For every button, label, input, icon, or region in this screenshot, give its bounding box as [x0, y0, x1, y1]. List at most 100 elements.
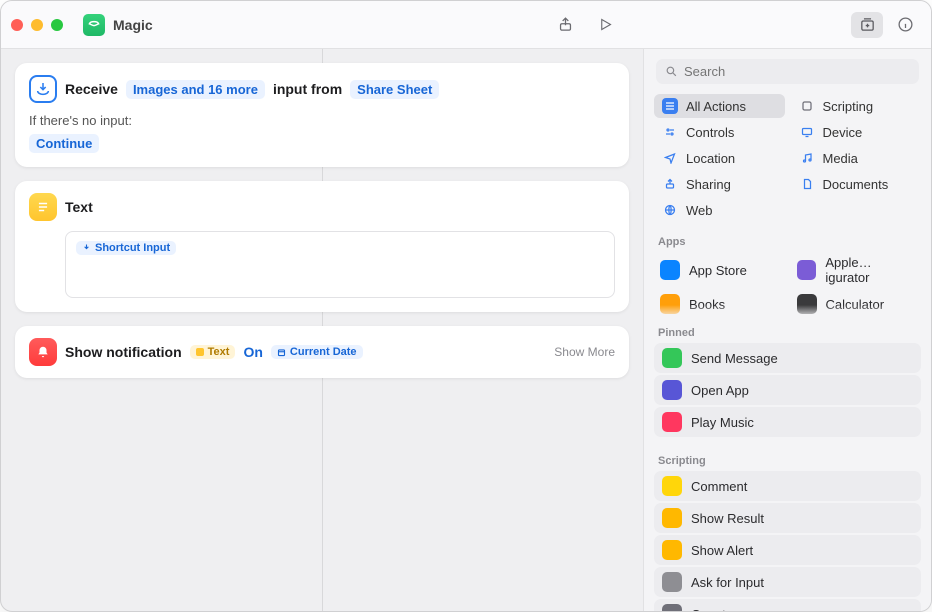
item-label: Ask for Input	[691, 575, 764, 590]
location-icon	[662, 150, 678, 166]
documents-icon	[799, 176, 815, 192]
category-sharing[interactable]: Sharing	[654, 172, 785, 196]
sharing-icon	[662, 176, 678, 192]
action-show-notification[interactable]: Show notification Text On Current Date S…	[15, 326, 629, 378]
category-scripting[interactable]: Scripting	[791, 94, 922, 118]
text-value-token[interactable]: Shortcut Input	[76, 241, 176, 255]
category-location[interactable]: Location	[654, 146, 785, 170]
search-input[interactable]	[684, 64, 910, 79]
app-item[interactable]: Apple…igurator	[791, 252, 922, 288]
media-icon	[799, 150, 815, 166]
shortcut-title: Magic	[113, 17, 153, 33]
receive-mid: input from	[273, 81, 342, 97]
app-icon	[662, 380, 682, 400]
category-label: Web	[686, 203, 713, 218]
notification-label: Show notification	[65, 344, 182, 360]
app-icon	[662, 540, 682, 560]
library-toggle-button[interactable]	[851, 12, 883, 38]
pinned-item[interactable]: Send Message	[654, 343, 921, 373]
info-button[interactable]	[889, 12, 921, 38]
web-icon	[662, 202, 678, 218]
category-label: Media	[823, 151, 858, 166]
app-item[interactable]: App Store	[654, 252, 785, 288]
notify-date-token[interactable]: Current Date	[271, 345, 363, 359]
category-label: Scripting	[823, 99, 874, 114]
no-input-action-token[interactable]: Continue	[29, 134, 99, 153]
apps-header: Apps	[644, 228, 931, 252]
category-label: Controls	[686, 125, 734, 140]
scripting-icon	[799, 98, 815, 114]
app-icon	[660, 260, 680, 280]
item-label: Show Alert	[691, 543, 753, 558]
text-label: Text	[65, 199, 93, 215]
editor-canvas[interactable]: Receive Images and 16 more input from Sh…	[1, 49, 643, 611]
category-all[interactable]: All Actions	[654, 94, 785, 118]
item-label: Show Result	[691, 511, 764, 526]
category-media[interactable]: Media	[791, 146, 922, 170]
item-label: Play Music	[691, 415, 754, 430]
item-label: Send Message	[691, 351, 778, 366]
receive-types-token[interactable]: Images and 16 more	[126, 80, 265, 99]
notification-icon	[29, 338, 57, 366]
category-web[interactable]: Web	[654, 198, 785, 222]
minimize-window-button[interactable]	[31, 19, 43, 31]
app-icon	[662, 508, 682, 528]
item-label: App Store	[689, 263, 747, 278]
scripting-item[interactable]: Ask for Input	[654, 567, 921, 597]
category-grid: All Actions Scripting Controls Device Locati…	[644, 94, 931, 228]
text-input-field[interactable]: Shortcut Input	[65, 231, 615, 298]
window-controls	[11, 19, 63, 31]
category-label: All Actions	[686, 99, 746, 114]
action-receive[interactable]: Receive Images and 16 more input from Sh…	[15, 63, 629, 167]
item-label: Apple…igurator	[825, 255, 915, 285]
app-icon	[797, 294, 817, 314]
app-icon	[660, 294, 680, 314]
scripting-item[interactable]: Show Alert	[654, 535, 921, 565]
app-icon	[797, 260, 817, 280]
pinned-header: Pinned	[644, 319, 931, 343]
category-device[interactable]: Device	[791, 120, 922, 144]
app-item[interactable]: Books	[654, 291, 785, 317]
item-label: Calculator	[826, 297, 885, 312]
show-more-button[interactable]: Show More	[554, 345, 615, 359]
scripting-header: Scripting	[644, 447, 931, 471]
close-window-button[interactable]	[11, 19, 23, 31]
scripting-item[interactable]: Show Result	[654, 503, 921, 533]
app-window: Magic	[0, 0, 932, 612]
item-label: Books	[689, 297, 725, 312]
receive-source-token[interactable]: Share Sheet	[350, 80, 439, 99]
search-icon	[665, 65, 678, 78]
receive-icon	[29, 75, 57, 103]
no-input-label: If there's no input:	[29, 113, 615, 128]
item-label: Count	[691, 607, 726, 612]
category-label: Location	[686, 151, 735, 166]
app-icon	[662, 412, 682, 432]
pinned-item[interactable]: Play Music	[654, 407, 921, 437]
category-label: Sharing	[686, 177, 731, 192]
app-item[interactable]: Calculator	[791, 291, 922, 317]
scripting-item[interactable]: Comment	[654, 471, 921, 501]
pinned-item[interactable]: Open App	[654, 375, 921, 405]
all-icon	[662, 98, 678, 114]
category-documents[interactable]: Documents	[791, 172, 922, 196]
share-button[interactable]	[549, 12, 581, 38]
category-controls[interactable]: Controls	[654, 120, 785, 144]
category-label: Documents	[823, 177, 889, 192]
scripting-list: Comment Show Result Show Alert Ask for Inpu…	[644, 471, 931, 612]
search-field[interactable]	[656, 59, 919, 84]
action-text[interactable]: Text Shortcut Input	[15, 181, 629, 312]
category-label: Device	[823, 125, 863, 140]
pinned-list: Send Message Open App Play Music	[644, 343, 931, 447]
action-library: All Actions Scripting Controls Device Locati…	[643, 49, 931, 611]
notify-text-token[interactable]: Text	[190, 345, 236, 359]
scripting-item[interactable]: Count	[654, 599, 921, 612]
device-icon	[799, 124, 815, 140]
controls-icon	[662, 124, 678, 140]
text-icon	[29, 193, 57, 221]
zoom-window-button[interactable]	[51, 19, 63, 31]
app-icon	[662, 348, 682, 368]
app-icon	[83, 14, 105, 36]
run-button[interactable]	[589, 12, 621, 38]
titlebar: Magic	[1, 1, 931, 49]
apps-list: App Store Apple…igurator Books Calculator	[644, 252, 931, 319]
